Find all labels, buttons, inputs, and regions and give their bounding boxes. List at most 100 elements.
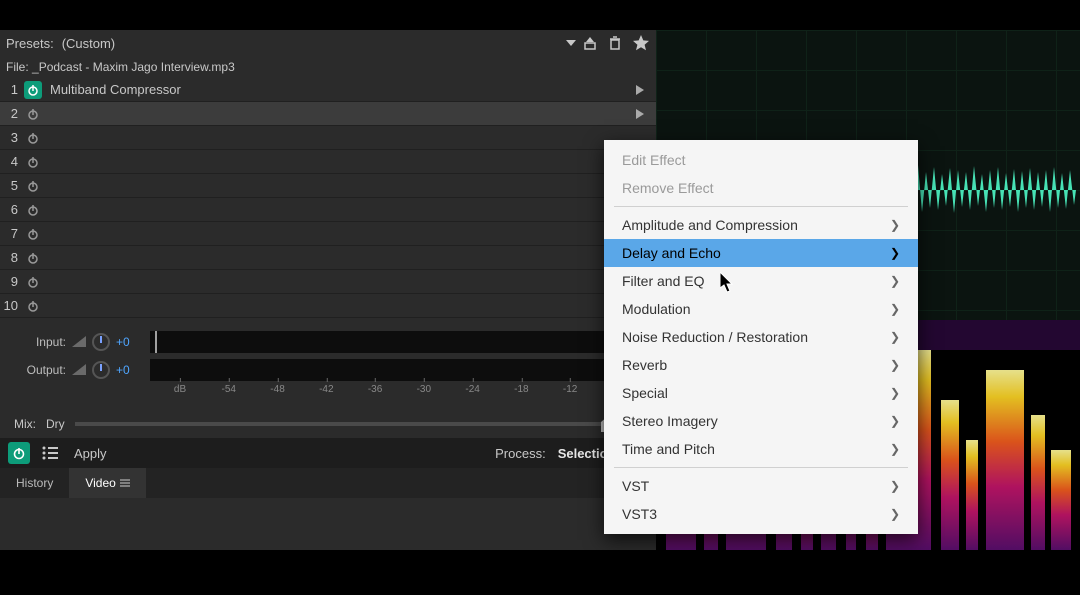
effect-slot[interactable]: 10 xyxy=(0,294,656,318)
output-value[interactable]: +0 xyxy=(116,363,138,377)
slot-number: 1 xyxy=(0,82,24,97)
db-tick: -54 xyxy=(222,384,236,395)
submenu-arrow-icon: ❯ xyxy=(890,507,900,521)
file-row: File: _Podcast - Maxim Jago Interview.mp… xyxy=(0,56,656,78)
rack-power-button[interactable] xyxy=(8,442,30,464)
output-label: Output: xyxy=(14,363,66,377)
tab-video[interactable]: Video xyxy=(69,468,145,498)
effect-slot[interactable]: 7 xyxy=(0,222,656,246)
db-ruler: dB-54-48-42-36-30-24-18-12-6 xyxy=(180,384,642,402)
submenu-arrow-icon: ❯ xyxy=(890,358,900,372)
db-tick: -30 xyxy=(417,384,431,395)
menu-separator xyxy=(614,467,908,468)
submenu-arrow-icon: ❯ xyxy=(890,386,900,400)
slot-number: 6 xyxy=(0,202,24,217)
menu-category[interactable]: Noise Reduction / Restoration❯ xyxy=(604,323,918,351)
menu-item-label: Time and Pitch xyxy=(622,441,715,457)
tab-video-label: Video xyxy=(85,476,115,490)
db-tick: -18 xyxy=(514,384,528,395)
menu-remove-effect: Remove Effect xyxy=(604,174,918,202)
bottom-tabs: History Video xyxy=(0,468,656,498)
output-knob[interactable] xyxy=(92,361,110,379)
menu-item-label: Amplitude and Compression xyxy=(622,217,798,233)
submenu-arrow-icon: ❯ xyxy=(890,274,900,288)
slot-number: 9 xyxy=(0,274,24,289)
menu-plugin[interactable]: VST❯ xyxy=(604,472,918,500)
tab-history[interactable]: History xyxy=(0,468,69,498)
slot-arrow-icon[interactable] xyxy=(636,109,656,119)
slot-power-icon[interactable] xyxy=(24,249,42,267)
slot-number: 4 xyxy=(0,154,24,169)
submenu-arrow-icon: ❯ xyxy=(890,414,900,428)
slot-number: 8 xyxy=(0,250,24,265)
apply-button[interactable]: Apply xyxy=(74,446,107,461)
slot-power-icon[interactable] xyxy=(24,153,42,171)
slot-power-icon[interactable] xyxy=(24,201,42,219)
slot-power-icon[interactable] xyxy=(24,225,42,243)
effect-slot[interactable]: 9 xyxy=(0,270,656,294)
effect-slot[interactable]: 5 xyxy=(0,174,656,198)
menu-category[interactable]: Amplitude and Compression❯ xyxy=(604,211,918,239)
slot-power-icon[interactable] xyxy=(24,273,42,291)
submenu-arrow-icon: ❯ xyxy=(890,442,900,456)
db-tick: -48 xyxy=(270,384,284,395)
tab-menu-icon[interactable] xyxy=(120,478,130,488)
slot-power-icon[interactable] xyxy=(24,297,42,315)
menu-item-label: Special xyxy=(622,385,668,401)
mix-row: Mix: Dry Wet xyxy=(0,410,656,438)
input-value[interactable]: +0 xyxy=(116,335,138,349)
slot-arrow-icon[interactable] xyxy=(636,85,656,95)
list-view-icon[interactable] xyxy=(42,446,58,460)
save-preset-icon[interactable] xyxy=(582,36,598,50)
submenu-arrow-icon: ❯ xyxy=(890,302,900,316)
effect-slot[interactable]: 8 xyxy=(0,246,656,270)
output-triangle-icon[interactable] xyxy=(72,364,86,376)
mix-slider[interactable] xyxy=(75,422,611,426)
menu-category[interactable]: Reverb❯ xyxy=(604,351,918,379)
menu-item-label: Edit Effect xyxy=(622,152,686,168)
presets-value: (Custom) xyxy=(62,36,115,51)
menu-item-label: Filter and EQ xyxy=(622,273,704,289)
effect-slot[interactable]: 6 xyxy=(0,198,656,222)
slot-number: 10 xyxy=(0,298,24,313)
effect-slot[interactable]: 1 Multiband Compressor xyxy=(0,78,656,102)
slot-number: 3 xyxy=(0,130,24,145)
slot-number: 5 xyxy=(0,178,24,193)
db-tick: -42 xyxy=(319,384,333,395)
menu-category[interactable]: Filter and EQ ❯ xyxy=(604,267,918,295)
menu-category[interactable]: Time and Pitch ❯ xyxy=(604,435,918,463)
mix-dry-label: Dry xyxy=(46,417,65,431)
favorite-star-icon[interactable] xyxy=(632,34,650,52)
waveform-icon xyxy=(906,160,1080,220)
slot-power-icon[interactable] xyxy=(24,177,42,195)
db-tick: -12 xyxy=(563,384,577,395)
delete-preset-icon[interactable] xyxy=(608,36,622,50)
tab-history-label: History xyxy=(16,476,53,490)
menu-item-label: VST3 xyxy=(622,506,657,522)
menu-category[interactable]: Special ❯ xyxy=(604,379,918,407)
db-tick: -24 xyxy=(465,384,479,395)
slot-power-icon[interactable] xyxy=(24,81,42,99)
effect-slot[interactable]: 3 xyxy=(0,126,656,150)
dropdown-caret-icon xyxy=(566,40,576,46)
menu-item-label: Delay and Echo xyxy=(622,245,721,261)
menu-category[interactable]: Modulation ❯ xyxy=(604,295,918,323)
slot-power-icon[interactable] xyxy=(24,129,42,147)
input-knob[interactable] xyxy=(92,333,110,351)
slot-power-icon[interactable] xyxy=(24,105,42,123)
menu-category[interactable]: Stereo Imagery❯ xyxy=(604,407,918,435)
output-meter xyxy=(150,359,650,381)
file-name: _Podcast - Maxim Jago Interview.mp3 xyxy=(32,60,235,74)
menu-item-label: Modulation xyxy=(622,301,691,317)
menu-category[interactable]: Delay and Echo❯ xyxy=(604,239,918,267)
menu-plugin[interactable]: VST3 ❯ xyxy=(604,500,918,528)
presets-select[interactable]: (Custom) xyxy=(58,32,582,54)
input-triangle-icon[interactable] xyxy=(72,336,86,348)
menu-item-label: Remove Effect xyxy=(622,180,714,196)
menu-item-label: Noise Reduction / Restoration xyxy=(622,329,808,345)
input-row: Input: +0 xyxy=(0,328,656,356)
effect-slot[interactable]: 4 xyxy=(0,150,656,174)
effect-slot[interactable]: 2 xyxy=(0,102,656,126)
process-label: Process: xyxy=(495,446,546,461)
slot-effect-name: Multiband Compressor xyxy=(50,82,636,97)
